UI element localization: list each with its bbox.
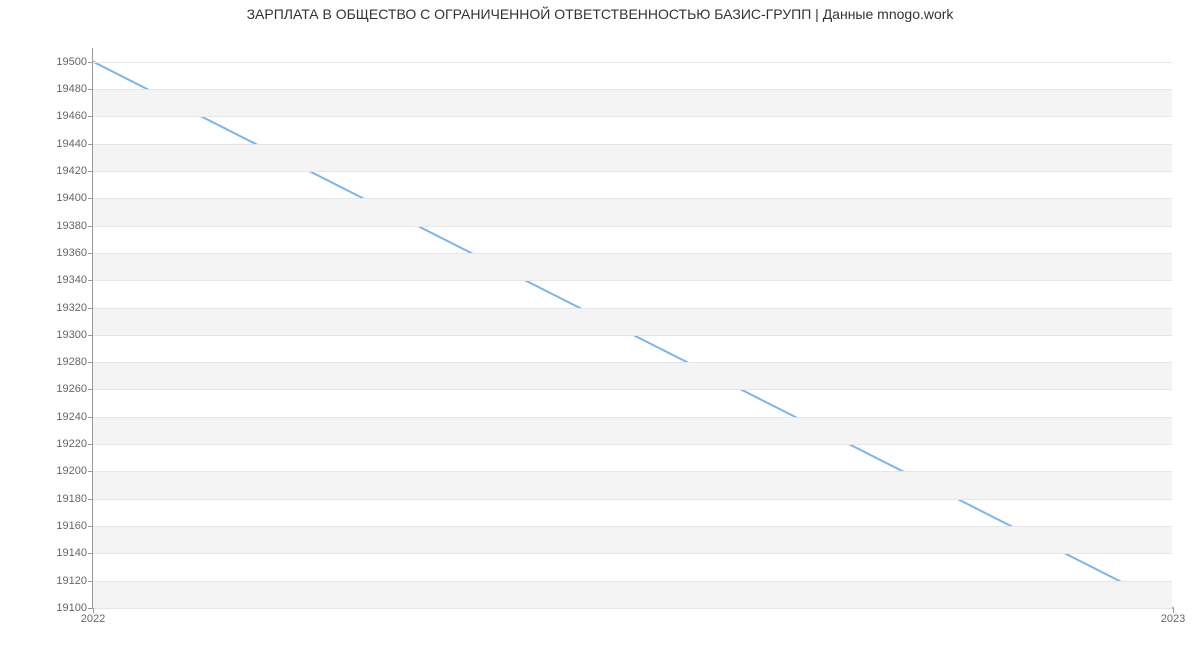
- y-tick-mark: [88, 417, 93, 418]
- y-tick-mark: [88, 335, 93, 336]
- y-gridline: [93, 471, 1172, 472]
- y-tick-mark: [88, 253, 93, 254]
- grid-band: [93, 253, 1172, 280]
- y-gridline: [93, 144, 1172, 145]
- grid-band: [93, 89, 1172, 116]
- y-tick-mark: [88, 389, 93, 390]
- x-tick-mark: [1173, 608, 1174, 613]
- y-tick-mark: [88, 444, 93, 445]
- y-tick-mark: [88, 471, 93, 472]
- y-tick-mark: [88, 362, 93, 363]
- y-tick-mark: [88, 226, 93, 227]
- y-gridline: [93, 171, 1172, 172]
- chart-title: ЗАРПЛАТА В ОБЩЕСТВО С ОГРАНИЧЕННОЙ ОТВЕТ…: [0, 6, 1200, 22]
- y-tick-mark: [88, 171, 93, 172]
- y-gridline: [93, 253, 1172, 254]
- y-tick-mark: [88, 308, 93, 309]
- y-gridline: [93, 335, 1172, 336]
- y-gridline: [93, 280, 1172, 281]
- grid-band: [93, 308, 1172, 335]
- y-gridline: [93, 198, 1172, 199]
- grid-band: [93, 526, 1172, 553]
- y-gridline: [93, 62, 1172, 63]
- y-gridline: [93, 499, 1172, 500]
- grid-band: [93, 144, 1172, 171]
- y-gridline: [93, 362, 1172, 363]
- y-tick-mark: [88, 144, 93, 145]
- y-tick-mark: [88, 198, 93, 199]
- x-tick-mark: [93, 608, 94, 613]
- y-gridline: [93, 226, 1172, 227]
- y-tick-mark: [88, 499, 93, 500]
- grid-band: [93, 581, 1172, 608]
- y-tick-mark: [88, 116, 93, 117]
- y-tick-mark: [88, 553, 93, 554]
- y-gridline: [93, 116, 1172, 117]
- y-gridline: [93, 308, 1172, 309]
- grid-band: [93, 198, 1172, 225]
- grid-band: [93, 362, 1172, 389]
- y-gridline: [93, 417, 1172, 418]
- plot-area: 1910019120191401916019180192001922019240…: [92, 48, 1172, 608]
- y-gridline: [93, 89, 1172, 90]
- y-gridline: [93, 526, 1172, 527]
- y-gridline: [93, 444, 1172, 445]
- y-tick-mark: [88, 89, 93, 90]
- y-tick-mark: [88, 581, 93, 582]
- salary-chart: ЗАРПЛАТА В ОБЩЕСТВО С ОГРАНИЧЕННОЙ ОТВЕТ…: [0, 0, 1200, 650]
- y-tick-mark: [88, 62, 93, 63]
- y-gridline: [93, 581, 1172, 582]
- y-gridline: [93, 553, 1172, 554]
- y-tick-mark: [88, 280, 93, 281]
- y-tick-mark: [88, 526, 93, 527]
- grid-band: [93, 417, 1172, 444]
- y-gridline: [93, 608, 1172, 609]
- grid-band: [93, 471, 1172, 498]
- y-gridline: [93, 389, 1172, 390]
